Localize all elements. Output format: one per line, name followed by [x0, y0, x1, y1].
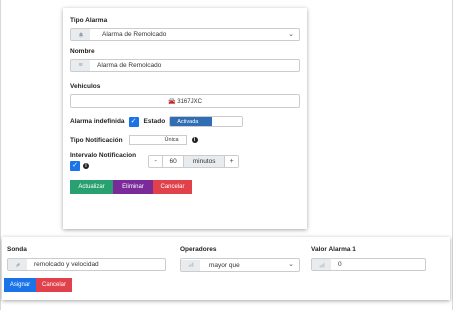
- lines-icon: ≡: [71, 60, 90, 71]
- sonda-label: Sonda: [7, 246, 27, 253]
- operadores-group: Operadores mayor que ⌄: [180, 246, 311, 272]
- tipo-notificacion-select[interactable]: Única: [128, 135, 187, 145]
- nombre-value: Alarma de Remolcado: [97, 62, 162, 69]
- sonda-group: Sonda remolcado y velocidad: [7, 246, 171, 271]
- condition-actions: Asignar Cancelar: [4, 278, 445, 292]
- valor-group: Valor Alarma 1 0: [311, 246, 426, 271]
- alarma-indefinida-label: Alarma indefinida: [70, 118, 125, 125]
- tipo-alarma-value: Alarma de Remolcado: [102, 31, 167, 38]
- info-icon: i: [191, 137, 198, 143]
- vehiculos-label: Vehiculos: [70, 83, 101, 90]
- nombre-label: Nombre: [70, 48, 95, 55]
- intervalo-group: Intervalo Notificacion ✓ i: [70, 152, 136, 171]
- indefinida-row: Alarma indefinida ✓ Estado Activada: [70, 116, 300, 127]
- nombre-input[interactable]: ≡ Alarma de Remolcado: [70, 59, 300, 72]
- condition-fields: Sonda remolcado y velocidad Operadores m…: [7, 246, 445, 272]
- tipo-notificacion-label: Tipo Notificación: [70, 136, 123, 144]
- estado-label: Estado: [143, 118, 166, 125]
- alarm-form-card: Tipo Alarma Alarma de Remolcado ⌄ Nombre…: [63, 8, 307, 229]
- intervalo-row: Intervalo Notificacion ✓ i - 60 minutos …: [70, 152, 300, 171]
- car-icon: 🚘: [168, 98, 176, 105]
- valor-label: Valor Alarma 1: [311, 246, 356, 253]
- chevron-down-icon: ⌄: [288, 261, 294, 268]
- toggle-off-area: [212, 117, 243, 126]
- vehiculos-value-wrap: 🚘 3167JXC: [71, 98, 299, 105]
- operadores-select[interactable]: mayor que ⌄: [180, 258, 300, 272]
- intervalo-label: Intervalo Notificacion: [70, 152, 137, 159]
- bars-icon: [312, 259, 331, 270]
- sort-icon: [181, 259, 200, 271]
- vehiculos-select[interactable]: 🚘 3167JXC: [70, 94, 300, 108]
- bell-icon: [71, 29, 90, 40]
- notificacion-row: Tipo Notificación Única i: [70, 135, 300, 145]
- estado-value: Activada: [170, 117, 213, 126]
- increment-button[interactable]: +: [225, 156, 239, 167]
- sonda-value: remolcado y velocidad: [34, 261, 99, 268]
- eliminar-button[interactable]: Eliminar: [113, 180, 153, 194]
- estado-toggle[interactable]: Activada: [169, 116, 244, 127]
- intervalo-value[interactable]: 60: [162, 156, 185, 167]
- intervalo-check-row: ✓ i: [70, 161, 136, 171]
- cancelar-condition-button[interactable]: Cancelar: [36, 278, 72, 292]
- chevron-down-icon: ⌄: [288, 31, 294, 38]
- vehiculos-value: 3167JXC: [177, 98, 202, 105]
- asignar-button[interactable]: Asignar: [4, 278, 36, 292]
- sonda-input[interactable]: remolcado y velocidad: [7, 258, 166, 271]
- info-icon: i: [83, 163, 89, 169]
- valor-value: 0: [338, 261, 342, 268]
- intervalo-unit: minutos: [184, 156, 226, 167]
- intervalo-stepper: - 60 minutos +: [148, 155, 240, 168]
- valor-input[interactable]: 0: [311, 258, 426, 271]
- pin-icon: [8, 259, 27, 270]
- intervalo-checkbox[interactable]: ✓: [70, 161, 80, 171]
- decrement-button[interactable]: -: [149, 156, 163, 167]
- form-actions: Actualizar Eliminar Cancelar: [70, 180, 300, 194]
- cancelar-button[interactable]: Cancelar: [153, 180, 192, 194]
- actualizar-button[interactable]: Actualizar: [70, 180, 113, 194]
- operadores-value: mayor que: [209, 261, 240, 269]
- tipo-alarma-label: Tipo Alarma: [70, 17, 108, 24]
- alarma-indefinida-checkbox[interactable]: ✓: [128, 116, 139, 127]
- tipo-alarma-select[interactable]: Alarma de Remolcado ⌄: [70, 28, 300, 41]
- condition-card: Sonda remolcado y velocidad Operadores m…: [2, 237, 450, 300]
- operadores-label: Operadores: [180, 246, 217, 253]
